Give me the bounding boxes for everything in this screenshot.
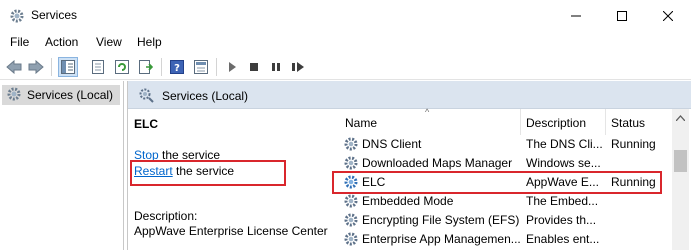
scrollbar-thumb[interactable] — [674, 150, 687, 172]
console-icon[interactable] — [191, 57, 211, 77]
service-name: Encrypting File System (EFS) — [362, 213, 520, 227]
service-description: Windows se... — [526, 156, 601, 170]
service-name: Embedded Mode — [362, 194, 454, 208]
services-pane: Services (Local) ELC Stop the service Re… — [127, 81, 691, 250]
menu-view[interactable]: View — [96, 35, 122, 49]
column-header-name[interactable]: Name — [345, 116, 377, 130]
forward-arrow-icon[interactable] — [26, 57, 46, 77]
sort-ascending-icon: ^ — [425, 107, 430, 117]
services-gear-icon — [6, 86, 22, 105]
maximize-button[interactable] — [599, 0, 645, 31]
stop-icon[interactable] — [244, 57, 264, 77]
tree-item-label: Services (Local) — [27, 88, 114, 102]
back-arrow-icon[interactable] — [4, 57, 24, 77]
pane-header-title: Services (Local) — [162, 89, 249, 103]
service-name: DNS Client — [362, 137, 422, 151]
svg-text:?: ? — [174, 63, 180, 74]
highlight-box-restart — [130, 160, 286, 186]
pause-icon[interactable] — [266, 57, 286, 77]
close-button[interactable] — [645, 0, 691, 31]
service-name: Downloaded Maps Manager — [362, 156, 513, 170]
service-name: Enterprise App Managemen... — [362, 232, 520, 246]
tree-item-services-local[interactable]: Services (Local) — [2, 85, 120, 105]
services-gear-icon — [9, 8, 25, 24]
service-description: Provides th... — [526, 213, 597, 227]
window-title: Services — [31, 8, 78, 22]
menu-bar: File Action View Help — [0, 31, 691, 53]
menu-help[interactable]: Help — [137, 35, 162, 49]
pane-header: Services (Local) — [128, 81, 691, 109]
start-icon[interactable] — [222, 57, 242, 77]
service-description: The DNS Cli... — [526, 137, 603, 151]
column-header-status[interactable]: Status — [611, 116, 645, 130]
vertical-scrollbar[interactable] — [672, 109, 689, 250]
service-gear-icon — [343, 212, 359, 228]
service-row-enterprise-app-management[interactable]: Enterprise App Managemen... Enables ent.… — [335, 230, 675, 249]
service-row-embedded-mode[interactable]: Embedded Mode The Embed... — [335, 192, 675, 211]
show-tree-icon[interactable] — [58, 57, 78, 77]
selected-service-title: ELC — [134, 117, 158, 131]
column-header-description[interactable]: Description — [526, 116, 586, 130]
toolbar: ? — [0, 53, 691, 80]
tree-pane: Services (Local) — [0, 81, 124, 250]
service-status: Running — [611, 137, 656, 151]
properties-icon[interactable] — [88, 57, 108, 77]
list-header: ^ Name Description Status — [335, 107, 691, 135]
title-bar: Services — [0, 0, 691, 31]
service-row-encrypting-file-system[interactable]: Encrypting File System (EFS) Provides th… — [335, 211, 675, 230]
service-description: The Embed... — [526, 194, 599, 208]
menu-file[interactable]: File — [10, 35, 29, 49]
export-icon[interactable] — [136, 57, 156, 77]
service-row-dns-client[interactable]: DNS Client The DNS Cli... Running — [335, 135, 675, 154]
service-gear-icon — [343, 155, 359, 171]
restart-icon[interactable] — [288, 57, 308, 77]
service-description: Enables ent... — [526, 232, 600, 246]
highlight-box-elc-row — [332, 171, 662, 194]
service-gear-icon — [343, 136, 359, 152]
minimize-button[interactable] — [553, 0, 599, 31]
help-icon[interactable]: ? — [167, 57, 187, 77]
service-gear-icon — [343, 231, 359, 247]
magnifier-gear-icon — [138, 87, 156, 106]
service-gear-icon — [343, 193, 359, 209]
scroll-up-icon[interactable] — [672, 109, 689, 126]
refresh-icon[interactable] — [112, 57, 132, 77]
description-label: Description: — [134, 209, 198, 223]
description-value: AppWave Enterprise License Center — [134, 224, 328, 238]
menu-action[interactable]: Action — [45, 35, 78, 49]
